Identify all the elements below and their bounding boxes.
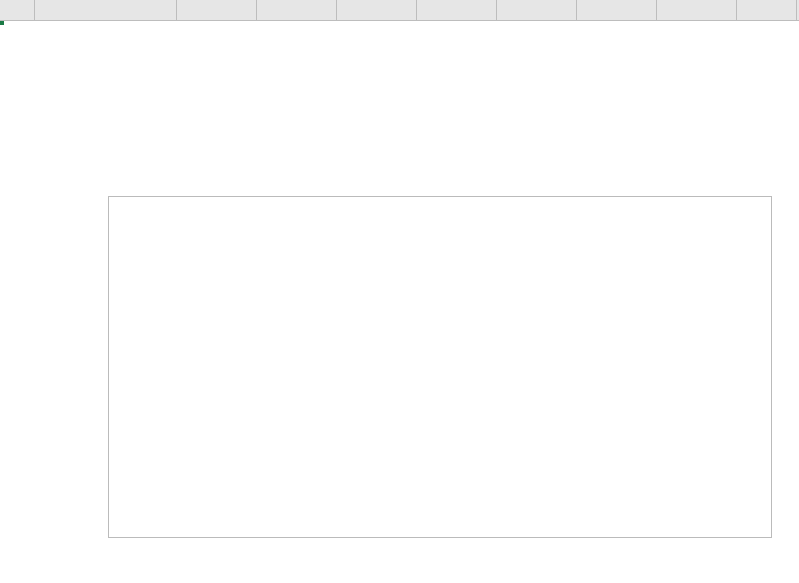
column-headers [0,0,799,21]
col-header-G[interactable] [577,0,657,20]
chart-object[interactable] [108,196,772,538]
col-header-F[interactable] [497,0,577,20]
col-header-D[interactable] [337,0,417,20]
col-header-E[interactable] [417,0,497,20]
select-all-corner[interactable] [0,0,35,20]
col-header-I[interactable] [737,0,797,20]
col-header-A[interactable] [35,0,177,20]
plot-area [165,239,745,477]
col-header-B[interactable] [177,0,257,20]
col-header-H[interactable] [657,0,737,20]
spreadsheet-grid[interactable] [0,0,799,583]
selection-indicator [0,21,4,25]
col-header-C[interactable] [257,0,337,20]
